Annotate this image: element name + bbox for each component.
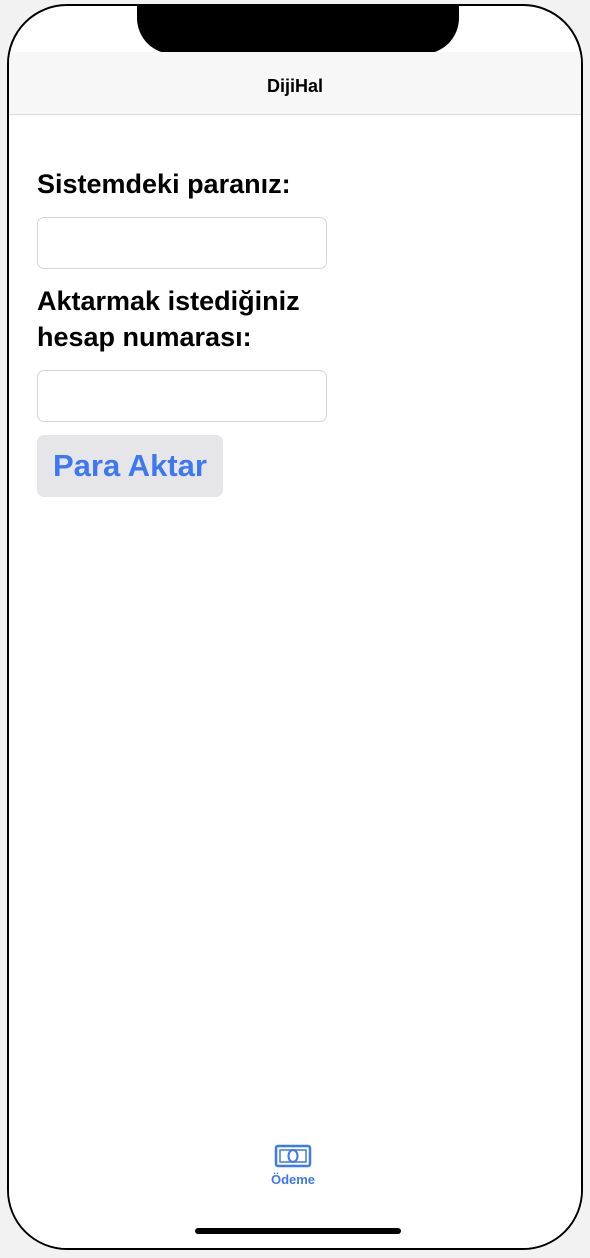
balance-label: Sistemdeki paranız: bbox=[37, 169, 291, 199]
banknote-icon bbox=[274, 1144, 312, 1168]
home-indicator bbox=[195, 1228, 401, 1234]
device-frame: DijiHal Sistemdeki paranız: Aktarmak ist… bbox=[7, 4, 583, 1250]
balance-field[interactable] bbox=[37, 217, 327, 269]
account-number-label: Aktarmak istediğiniz hesap numarası: bbox=[37, 286, 300, 352]
page-title: DijiHal bbox=[266, 76, 323, 96]
tab-bar: Ödeme bbox=[9, 1138, 581, 1248]
screen-background: DijiHal Sistemdeki paranız: Aktarmak ist… bbox=[0, 0, 590, 1258]
tab-payment-label: Ödeme bbox=[270, 1172, 316, 1187]
tab-payment[interactable]: Ödeme bbox=[255, 1144, 331, 1194]
account-number-field[interactable] bbox=[37, 370, 327, 422]
device-notch bbox=[137, 6, 459, 54]
transfer-money-button[interactable]: Para Aktar bbox=[37, 435, 223, 497]
transfer-form: Sistemdeki paranız: Aktarmak istediğiniz… bbox=[37, 166, 357, 497]
navigation-bar: DijiHal bbox=[9, 52, 581, 115]
